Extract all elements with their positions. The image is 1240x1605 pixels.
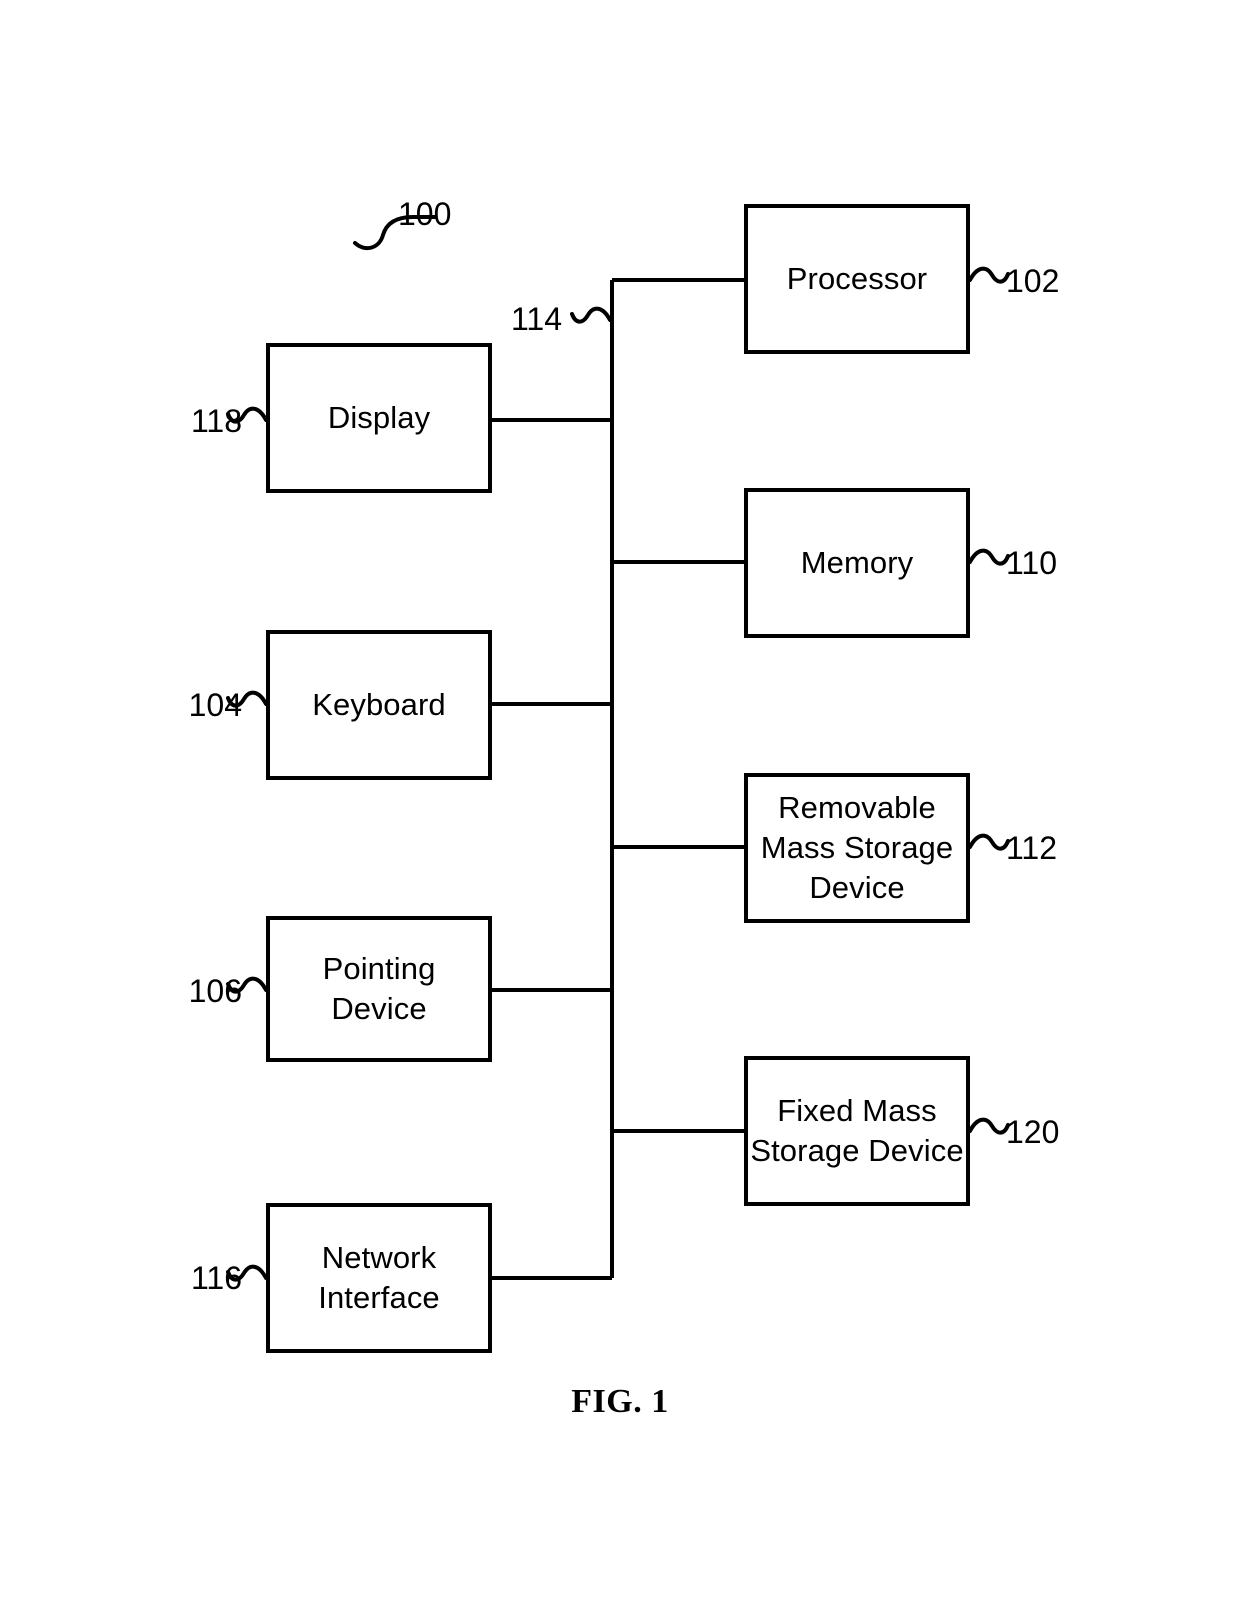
figure-caption: FIG. 1 bbox=[571, 1383, 669, 1420]
leader-line-120 bbox=[968, 1117, 1010, 1135]
leader-line-102 bbox=[968, 266, 1010, 284]
reference-numeral-114: 114 bbox=[510, 301, 562, 337]
block-box-display bbox=[266, 343, 492, 493]
reference-numeral-110: 110 bbox=[1006, 545, 1058, 581]
reference-numeral-100: 100 bbox=[398, 196, 452, 232]
leader-line-114 bbox=[570, 306, 612, 324]
block-box-network-interface bbox=[266, 1203, 492, 1353]
reference-numeral-102: 102 bbox=[1006, 263, 1060, 299]
reference-numeral-118: 118 bbox=[190, 403, 242, 439]
leader-line-112 bbox=[968, 833, 1010, 851]
reference-numeral-116: 116 bbox=[190, 1260, 242, 1296]
reference-numeral-106: 106 bbox=[188, 973, 242, 1009]
block-box-memory bbox=[744, 488, 970, 638]
block-box-removable-mass-storage-device bbox=[744, 773, 970, 923]
reference-numeral-120: 120 bbox=[1006, 1114, 1060, 1150]
reference-numeral-112: 112 bbox=[1006, 830, 1058, 866]
patent-figure: Processor Memory Removable Mass Storage … bbox=[0, 0, 1240, 1605]
leader-line-110 bbox=[968, 548, 1010, 566]
block-diagram-canvas bbox=[226, 204, 1010, 1353]
block-box-processor bbox=[744, 204, 970, 354]
reference-numeral-104: 104 bbox=[188, 687, 242, 723]
block-box-pointing-device bbox=[266, 916, 492, 1062]
block-box-keyboard bbox=[266, 630, 492, 780]
block-box-fixed-mass-storage-device bbox=[744, 1056, 970, 1206]
